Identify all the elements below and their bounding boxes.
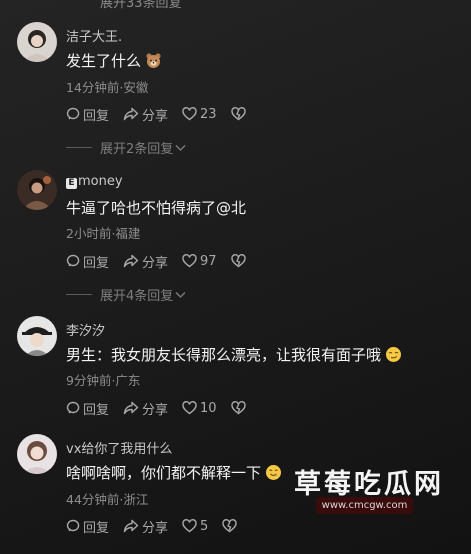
- like-button[interactable]: 23: [182, 107, 217, 122]
- comment-text: 啥啊啥啊，你们都不解释一下: [66, 462, 282, 485]
- broken-heart-icon: [230, 107, 246, 121]
- username[interactable]: vx给你了我用什么: [66, 438, 172, 457]
- share-label: 分享: [142, 255, 169, 271]
- avatar[interactable]: [17, 434, 57, 474]
- reply-button[interactable]: 回复: [66, 517, 109, 536]
- comment-meta: 2小时前·福建: [66, 226, 141, 241]
- reply-button[interactable]: 回复: [66, 399, 109, 418]
- reply-icon: [66, 254, 80, 267]
- like-button[interactable]: 5: [182, 519, 208, 534]
- watermark-title: 草莓吃瓜网: [294, 469, 444, 500]
- broken-heart-icon: [230, 254, 246, 268]
- comment-meta: 44分钟前·浙江: [66, 492, 149, 507]
- comment-text: 男生：我女朋友长得那么漂亮，让我很有面子哦: [66, 344, 402, 367]
- username[interactable]: 洁子大王.: [66, 26, 122, 45]
- bear-face-emoji: [145, 52, 162, 73]
- reply-button[interactable]: 回复: [66, 252, 109, 271]
- heart-icon: [182, 107, 197, 121]
- like-button[interactable]: 10: [182, 401, 217, 416]
- heart-icon: [182, 401, 197, 415]
- reply-button[interactable]: 回复: [66, 105, 109, 124]
- reply-icon: [66, 519, 80, 532]
- share-button[interactable]: 分享: [123, 105, 168, 124]
- dislike-button[interactable]: [230, 401, 249, 415]
- share-button[interactable]: 分享: [123, 517, 168, 536]
- reply-label: 回复: [83, 255, 110, 271]
- watermark-url: www.cmcgw.com: [316, 497, 413, 514]
- comment-actions: 回复 分享 97: [66, 251, 263, 271]
- broken-heart-icon: [222, 519, 238, 533]
- like-count: 10: [200, 400, 217, 416]
- drooling-face-emoji: [265, 464, 282, 485]
- username[interactable]: 李汐汐: [66, 320, 105, 339]
- broken-heart-icon: [230, 401, 246, 415]
- comment-actions: 回复 分享 5: [66, 516, 254, 536]
- comment-actions: 回复 分享 10: [66, 398, 263, 418]
- expand-replies[interactable]: 展开4条回复: [66, 285, 186, 304]
- dislike-button[interactable]: [222, 519, 240, 533]
- share-label: 分享: [142, 108, 169, 124]
- heart-icon: [182, 519, 197, 533]
- like-count: 97: [200, 253, 217, 269]
- reply-label: 回复: [83, 402, 110, 418]
- share-label: 分享: [142, 520, 169, 536]
- avatar[interactable]: [17, 22, 57, 62]
- share-icon: [123, 519, 139, 533]
- reply-icon: [66, 107, 80, 120]
- chevron-down-icon: [175, 144, 186, 151]
- dislike-button[interactable]: [230, 254, 249, 268]
- smirk-face-emoji: [385, 346, 402, 367]
- username[interactable]: Emoney: [66, 174, 123, 189]
- divider-line: [66, 147, 92, 148]
- comment-actions: 回复 分享 23: [66, 104, 263, 124]
- expand-replies[interactable]: 展开2条回复: [66, 138, 186, 157]
- avatar[interactable]: [17, 316, 57, 356]
- comment-text: 发生了什么: [66, 50, 162, 73]
- reply-icon: [66, 401, 80, 414]
- expand-label: 展开2条回复: [100, 142, 174, 157]
- comment-meta: 14分钟前·安徽: [66, 80, 149, 95]
- reply-label: 回复: [83, 520, 110, 536]
- share-icon: [123, 254, 139, 268]
- avatar[interactable]: [17, 170, 57, 210]
- heart-icon: [182, 254, 197, 268]
- username-text: money: [78, 174, 123, 189]
- expand-replies-partial[interactable]: 展开33条回复: [100, 0, 182, 11]
- share-button[interactable]: 分享: [123, 399, 168, 418]
- chevron-down-icon: [175, 291, 186, 298]
- share-icon: [123, 107, 139, 121]
- divider-line: [66, 294, 92, 295]
- user-badge: E: [66, 178, 77, 189]
- reply-label: 回复: [83, 108, 110, 124]
- dislike-button[interactable]: [230, 107, 249, 121]
- share-button[interactable]: 分享: [123, 252, 168, 271]
- share-label: 分享: [142, 402, 169, 418]
- like-count: 5: [200, 518, 209, 534]
- like-button[interactable]: 97: [182, 254, 217, 269]
- comment-meta: 9分钟前·广东: [66, 373, 141, 388]
- share-icon: [123, 401, 139, 415]
- like-count: 23: [200, 106, 217, 122]
- expand-label: 展开4条回复: [100, 289, 174, 304]
- comment-text: 牛逼了哈也不怕得病了@北: [66, 199, 247, 217]
